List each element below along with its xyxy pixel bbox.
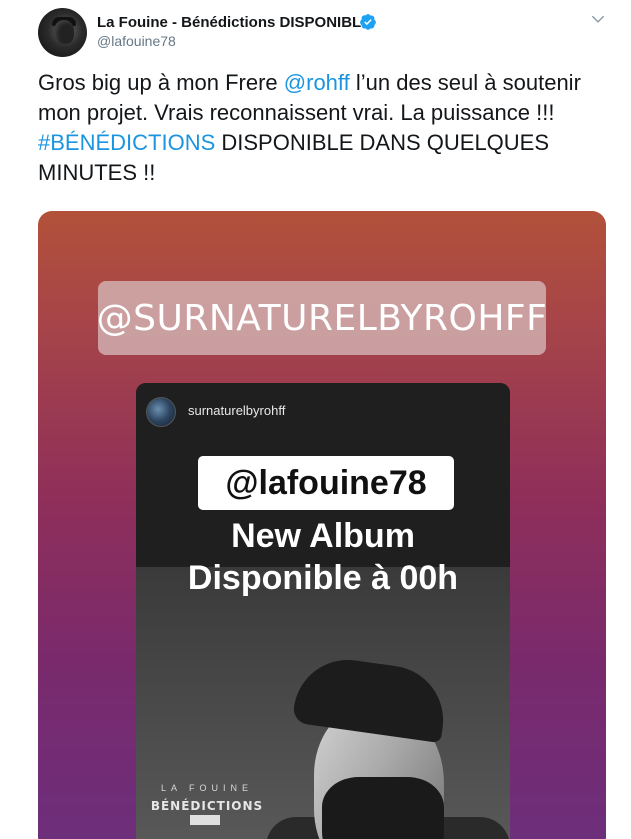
person-beard [322, 777, 444, 839]
mention-sticker: @lafouine78 [198, 456, 454, 510]
instagram-story: LA FOUINE BÉNÉDICTIONS surnaturelbyrohff… [136, 383, 510, 839]
author-avatar[interactable] [38, 8, 87, 57]
tweet: La Fouine - Bénédictions DISPONIBLE @laf… [0, 0, 631, 839]
author-name[interactable]: La Fouine - Bénédictions DISPONIBLE [97, 14, 371, 31]
mention-link[interactable]: @rohff [284, 70, 350, 95]
story-subheadline: Disponible à 00h [187, 559, 459, 597]
cover-album-title: BÉNÉDICTIONS [150, 799, 264, 813]
instagram-handle-sticker: @SURNATURELBYROHFF [96, 281, 548, 355]
story-username: surnaturelbyrohff [188, 403, 286, 418]
author-handle[interactable]: @lafouine78 [97, 33, 176, 49]
chevron-down-icon[interactable] [591, 12, 605, 26]
person-cap [291, 652, 451, 744]
instagram-handle-text: @SURNATURELBYROHFF [96, 297, 548, 339]
tweet-text: Gros big up à mon Frere @rohff l’un des … [38, 68, 608, 188]
album-cover-photo: LA FOUINE BÉNÉDICTIONS [136, 567, 510, 839]
cover-artist-name: LA FOUINE [160, 783, 253, 793]
tweet-text-part1: Gros big up à mon Frere [38, 70, 284, 95]
mention-sticker-text: @lafouine78 [225, 463, 427, 502]
parental-advisory-badge [190, 815, 220, 825]
story-headline: New Album [231, 517, 415, 555]
story-avatar [146, 397, 176, 427]
avatar-head [54, 20, 74, 44]
verified-badge-icon [360, 14, 376, 30]
hashtag-link[interactable]: #BÉNÉDICTIONS [38, 130, 215, 155]
tweet-media[interactable]: @SURNATURELBYROHFF LA FOUINE BÉNÉDICTION… [38, 211, 606, 839]
